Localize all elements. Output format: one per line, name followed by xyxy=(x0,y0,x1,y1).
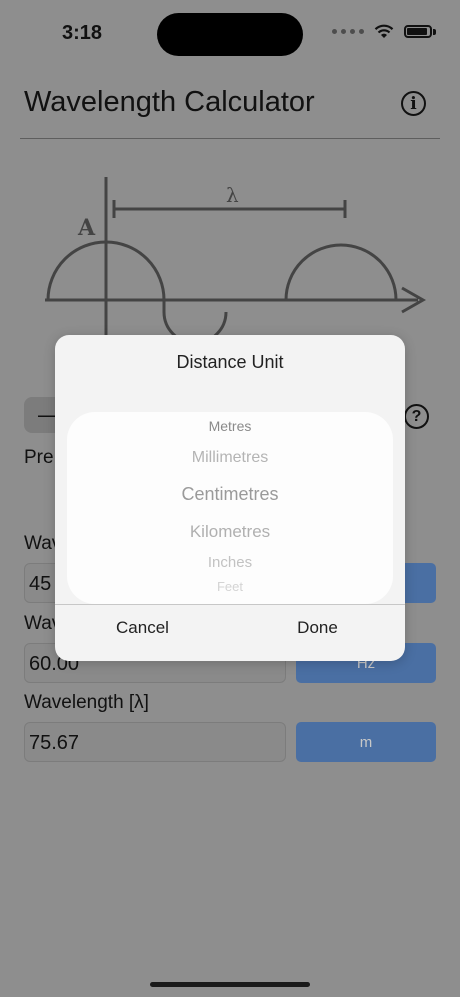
lambda-label: λ xyxy=(226,183,239,207)
amplitude-label: A xyxy=(77,215,96,241)
cellular-icon xyxy=(332,29,364,34)
dialog-title: Distance Unit xyxy=(176,352,284,372)
done-button[interactable]: Done xyxy=(230,618,405,638)
wavelength-label: Wavelength [λ] xyxy=(24,692,149,713)
precision-label: Pre xyxy=(24,447,54,468)
picker-option[interactable]: Kilometres xyxy=(67,522,393,542)
unit-picker[interactable]: Metres Millimetres Centimetres Kilometre… xyxy=(67,412,393,604)
page-title: Wavelength Calculator xyxy=(24,86,315,118)
wavelength-input[interactable]: 75.67 xyxy=(24,722,286,762)
picker-option[interactable]: Millimetres xyxy=(67,449,393,467)
info-icon[interactable]: i xyxy=(401,91,426,116)
status-time: 3:18 xyxy=(62,22,103,44)
dialog-divider xyxy=(55,604,405,605)
header-divider xyxy=(20,138,440,139)
wavelength-unit-button[interactable]: m xyxy=(296,722,436,762)
distance-unit-dialog: Distance Unit Metres Millimetres Centime… xyxy=(55,335,405,661)
help-icon[interactable]: ? xyxy=(404,404,429,429)
picker-option-selected[interactable]: Centimetres xyxy=(67,484,393,505)
cancel-button[interactable]: Cancel xyxy=(55,618,230,638)
wifi-icon xyxy=(374,24,394,38)
battery-icon xyxy=(404,25,432,38)
status-icons xyxy=(332,24,436,39)
picker-option[interactable]: Feet xyxy=(67,579,393,594)
home-indicator xyxy=(150,982,310,987)
picker-option[interactable]: Inches xyxy=(67,554,393,571)
dynamic-island xyxy=(157,13,303,56)
app-screen: 3:18 Wavelength Calculator i λ A — ? Pre xyxy=(0,0,460,997)
wave-diagram: λ A xyxy=(45,177,427,362)
picker-option[interactable]: Metres xyxy=(67,418,393,434)
